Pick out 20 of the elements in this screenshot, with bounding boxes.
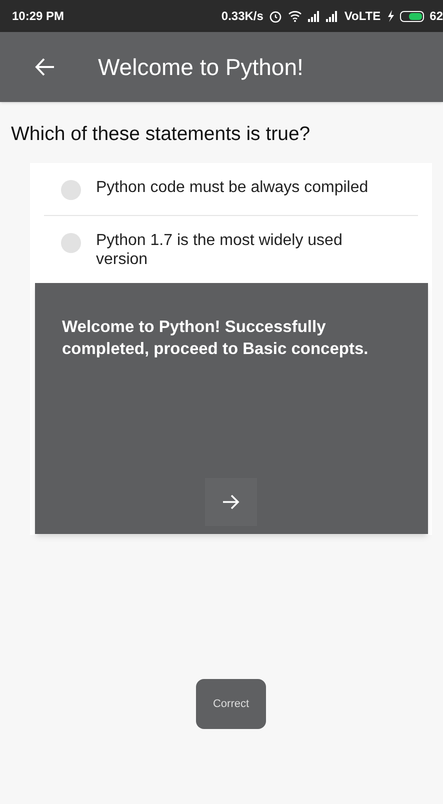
alarm-icon [269, 10, 282, 22]
battery-icon [400, 10, 424, 22]
answer-option[interactable]: Python code must be always compiled [44, 163, 418, 215]
status-time: 10:29 PM [12, 8, 64, 25]
signal-icon [326, 10, 338, 22]
dialog-message: Welcome to Python! Successfully completed, proceed to Basic concepts. [62, 317, 370, 360]
radio-button[interactable] [61, 180, 81, 200]
radio-button[interactable] [61, 233, 81, 253]
next-button[interactable] [205, 478, 257, 526]
toast-message: Correct [196, 679, 266, 729]
signal-icon [308, 10, 320, 22]
app-bar-title: Welcome to Python! [98, 52, 304, 82]
back-arrow-icon [35, 58, 55, 76]
charging-icon [386, 10, 394, 22]
network-speed: 0.33K/s [221, 8, 264, 25]
network-type: VoLTE [344, 8, 381, 25]
battery-percent: 62 [430, 8, 443, 25]
right-arrow-icon [222, 494, 240, 510]
question-text: Which of these statements is true? [11, 122, 312, 147]
wifi-icon [288, 10, 302, 22]
